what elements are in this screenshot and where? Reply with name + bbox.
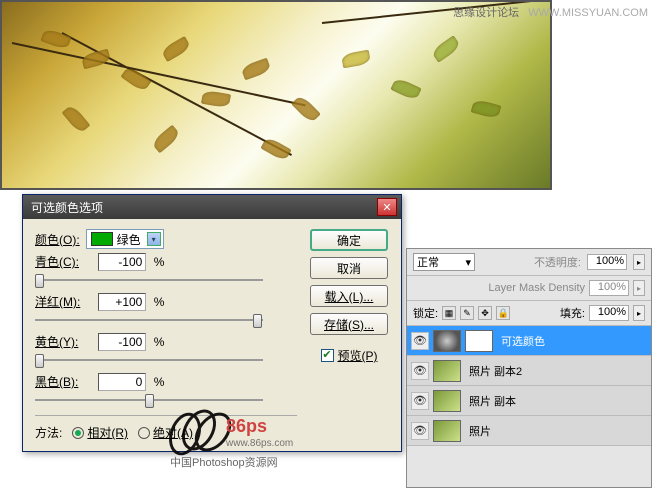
color-swatch-icon: [91, 232, 113, 246]
watermark-cn: 思缘设计论坛: [453, 7, 519, 19]
blend-mode-dropdown[interactable]: 正常 ▾: [413, 253, 475, 271]
ok-button[interactable]: 确定: [310, 229, 388, 251]
watermark-url: WWW.MISSYUAN.COM: [528, 7, 648, 19]
black-label: 黑色(B):: [35, 373, 95, 390]
black-slider[interactable]: [35, 393, 263, 407]
layer-name: 可选颜色: [501, 333, 545, 349]
layer-thumb-icon: [433, 360, 461, 382]
mask-thumb-icon: [465, 330, 493, 352]
colors-dropdown[interactable]: 绿色 ▾: [86, 229, 164, 249]
selected-color-name: 绿色: [117, 231, 141, 248]
wm-cn: 中国Photoshop资源网: [170, 454, 278, 470]
cyan-row: 青色(C): -100 %: [35, 253, 297, 287]
visibility-icon[interactable]: 👁: [411, 332, 429, 350]
lock-icons: ▦ ✎ ✥ 🔒: [442, 306, 510, 320]
radio-absolute[interactable]: 绝对(A): [138, 424, 193, 441]
visibility-icon[interactable]: 👁: [411, 362, 429, 380]
layer-name: 照片 副本: [469, 393, 516, 409]
layer-name: 照片: [469, 423, 491, 439]
visibility-icon[interactable]: 👁: [411, 392, 429, 410]
save-button[interactable]: 存储(S)...: [310, 313, 388, 335]
fill-flyout-icon[interactable]: ▸: [633, 305, 645, 321]
layers-panel: 正常 ▾ 不透明度: 100% ▸ Layer Mask Density 100…: [406, 248, 652, 488]
lock-label: 锁定:: [413, 305, 438, 321]
magenta-pct: %: [154, 295, 165, 309]
lock-move-icon[interactable]: ✥: [478, 306, 492, 320]
cyan-value[interactable]: -100: [98, 253, 146, 271]
cyan-label: 青色(C):: [35, 253, 95, 270]
dialog-titlebar[interactable]: 可选颜色选项 ✕: [23, 195, 401, 219]
fill-label: 填充:: [560, 305, 585, 321]
magenta-slider[interactable]: [35, 313, 263, 327]
mask-density-label: Layer Mask Density: [488, 282, 585, 294]
layer-thumb-icon: [433, 420, 461, 442]
lock-all-icon[interactable]: 🔒: [496, 306, 510, 320]
selective-color-dialog: 可选颜色选项 ✕ 颜色(O): 绿色 ▾ 青色(C): -100 % 洋红(M)…: [22, 194, 402, 452]
close-icon[interactable]: ✕: [377, 198, 397, 216]
method-label: 方法:: [35, 424, 62, 441]
mask-density-value[interactable]: 100%: [589, 280, 629, 296]
cancel-button[interactable]: 取消: [310, 257, 388, 279]
cyan-pct: %: [154, 255, 165, 269]
preview-label: 预览(P): [338, 347, 378, 364]
yellow-label: 黄色(Y):: [35, 333, 95, 350]
magenta-label: 洋红(M):: [35, 293, 95, 310]
lock-paint-icon[interactable]: ✎: [460, 306, 474, 320]
layer-thumb-icon: [433, 390, 461, 412]
yellow-value[interactable]: -100: [98, 333, 146, 351]
chevron-down-icon: ▾: [147, 232, 161, 246]
layer-item[interactable]: 👁 可选颜色: [407, 326, 651, 356]
checkbox-icon: ✔: [321, 349, 334, 362]
magenta-value[interactable]: +100: [98, 293, 146, 311]
radio-relative[interactable]: 相对(R): [72, 424, 128, 441]
magenta-row: 洋红(M): +100 %: [35, 293, 297, 327]
density-flyout-icon[interactable]: ▸: [633, 280, 645, 296]
layer-list: 👁 可选颜色 👁 照片 副本2 👁 照片 副本 👁 照片: [407, 326, 651, 446]
layer-item[interactable]: 👁 照片: [407, 416, 651, 446]
cyan-slider[interactable]: [35, 273, 263, 287]
chevron-down-icon: ▾: [465, 256, 471, 269]
colors-label: 颜色(O):: [35, 231, 80, 248]
radio-icon: [138, 427, 150, 439]
fill-value[interactable]: 100%: [589, 305, 629, 321]
radio-icon: [72, 427, 84, 439]
opacity-flyout-icon[interactable]: ▸: [633, 254, 645, 270]
layer-name: 照片 副本2: [469, 363, 522, 379]
layer-item[interactable]: 👁 照片 副本: [407, 386, 651, 416]
lock-transparency-icon[interactable]: ▦: [442, 306, 456, 320]
load-button[interactable]: 载入(L)...: [310, 285, 388, 307]
yellow-slider[interactable]: [35, 353, 263, 367]
black-pct: %: [154, 375, 165, 389]
black-row: 黑色(B): 0 %: [35, 373, 297, 407]
leaves-illustration: [2, 2, 550, 188]
preview-checkbox[interactable]: ✔ 预览(P): [321, 347, 378, 364]
adjustment-thumb-icon: [433, 330, 461, 352]
opacity-label: 不透明度:: [534, 254, 581, 270]
watermark-top: 思缘设计论坛 WWW.MISSYUAN.COM: [453, 4, 648, 20]
yellow-row: 黄色(Y): -100 %: [35, 333, 297, 367]
document-canvas: [0, 0, 552, 190]
layer-item[interactable]: 👁 照片 副本2: [407, 356, 651, 386]
dialog-title: 可选颜色选项: [31, 199, 103, 216]
visibility-icon[interactable]: 👁: [411, 422, 429, 440]
yellow-pct: %: [154, 335, 165, 349]
opacity-value[interactable]: 100%: [587, 254, 627, 270]
method-row: 方法: 相对(R) 绝对(A): [35, 415, 297, 441]
black-value[interactable]: 0: [98, 373, 146, 391]
